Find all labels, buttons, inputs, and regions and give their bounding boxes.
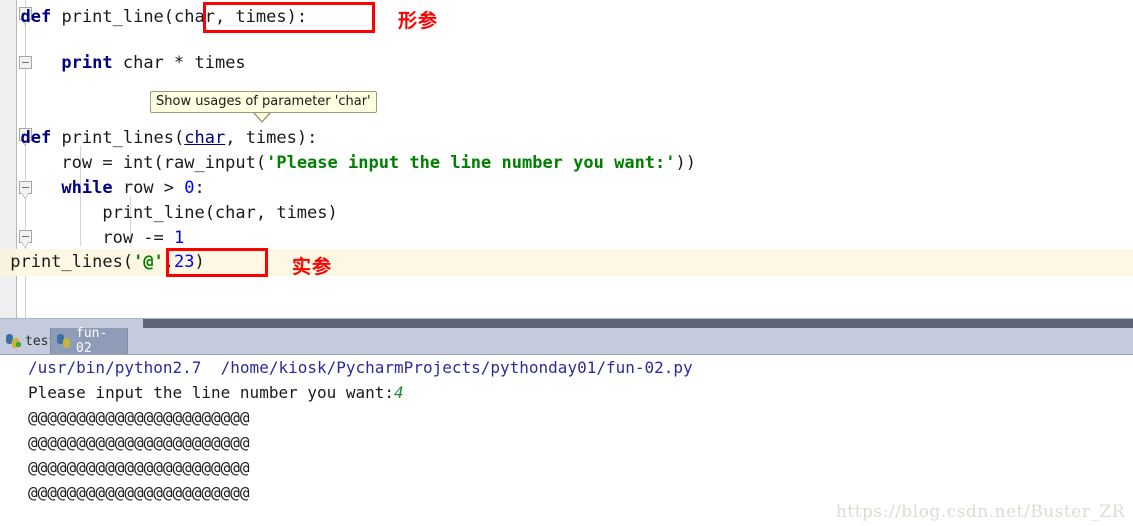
code-token: 'Please input the line number you want:' xyxy=(266,153,676,173)
code-token: , xyxy=(163,252,175,272)
code-token: ) xyxy=(194,252,205,272)
code-line-row-decrement[interactable]: row -= 1 xyxy=(0,226,184,251)
code-token: while xyxy=(61,178,113,198)
code-token: '@' xyxy=(133,252,164,272)
console-line-output-line-2: @@@@@@@@@@@@@@@@@@@@@@@ xyxy=(28,430,250,455)
console-user-input: 4 xyxy=(394,383,404,402)
code-line-def-print-line[interactable]: def print_line(char, times): xyxy=(0,5,307,30)
run-console-output[interactable]: /usr/bin/python2.7 /home/kiosk/PycharmPr… xyxy=(0,355,1133,526)
console-line-text: Please input the line number you want: xyxy=(28,383,395,402)
run-tab-label: fun-02 xyxy=(76,326,108,356)
code-token: char xyxy=(184,128,226,148)
code-token: : xyxy=(194,178,205,198)
code-token: def xyxy=(20,128,52,148)
code-token: , times): xyxy=(225,128,318,148)
code-editor-pane[interactable]: def print_line(char, times): print char … xyxy=(0,0,1133,318)
console-line-interpreter-path: /usr/bin/python2.7 /home/kiosk/PycharmPr… xyxy=(28,355,693,380)
console-line-text: /usr/bin/python2.7 /home/kiosk/PycharmPr… xyxy=(28,358,693,377)
annotation-formal-params: 形参 xyxy=(398,10,439,32)
code-line-call-print-lines[interactable]: print_lines('@',23) xyxy=(0,250,205,275)
code-token: char * times xyxy=(112,53,246,73)
code-line-call-print-line[interactable]: print_line(char, times) xyxy=(0,201,338,226)
code-token: print_lines( xyxy=(51,128,185,148)
console-line-output-line-3: @@@@@@@@@@@@@@@@@@@@@@@ xyxy=(28,455,250,480)
code-token: def xyxy=(20,7,52,27)
console-line-text: @@@@@@@@@@@@@@@@@@@@@@@ xyxy=(28,458,250,477)
code-token: 0 xyxy=(184,178,195,198)
console-line-output-line-4: @@@@@@@@@@@@@@@@@@@@@@@ xyxy=(28,480,250,505)
console-line-text: @@@@@@@@@@@@@@@@@@@@@@@ xyxy=(28,433,250,452)
console-line-text: @@@@@@@@@@@@@@@@@@@@@@@ xyxy=(28,483,250,502)
code-token: 1 xyxy=(174,228,185,248)
code-token: print_line(char, times): xyxy=(51,7,308,27)
run-tab-fun-02[interactable]: fun-02 xyxy=(50,326,128,356)
python-run-icon xyxy=(6,334,21,348)
console-line-text: @@@@@@@@@@@@@@@@@@@@@@@ xyxy=(28,408,250,427)
run-tab-test[interactable]: test xyxy=(0,328,56,354)
code-line-while-row[interactable]: while row > 0: xyxy=(0,176,205,201)
python-run-icon xyxy=(57,334,71,348)
watermark-text: https://blog.csdn.net/Buster_ZR xyxy=(835,502,1125,522)
code-token: print_lines( xyxy=(0,252,134,272)
code-token: row > xyxy=(112,178,185,198)
code-token: print xyxy=(61,53,113,73)
tooltip-arrow xyxy=(253,113,271,123)
parameter-usage-tooltip: Show usages of parameter 'char' xyxy=(150,91,377,113)
console-line-output-line-1: @@@@@@@@@@@@@@@@@@@@@@@ xyxy=(28,405,250,430)
run-tool-window-tab-bar[interactable]: test fun-02 xyxy=(0,326,1133,356)
code-token: row = int(raw_input( xyxy=(0,153,267,173)
code-line-row-raw-input[interactable]: row = int(raw_input('Please input the li… xyxy=(0,151,696,176)
tooltip-text: Show usages of parameter 'char' xyxy=(156,94,371,109)
code-token: 23 xyxy=(174,252,195,272)
code-token: )) xyxy=(675,153,696,173)
code-token: row -= xyxy=(0,228,174,248)
annotation-actual-args: 实参 xyxy=(292,256,333,278)
console-line-prompt-line: Please input the line number you want:4 xyxy=(28,380,404,405)
code-line-print-char-times[interactable]: print char * times xyxy=(0,51,246,76)
code-line-def-print-lines[interactable]: def print_lines(char, times): xyxy=(0,126,317,151)
code-token: print_line(char, times) xyxy=(0,203,338,223)
